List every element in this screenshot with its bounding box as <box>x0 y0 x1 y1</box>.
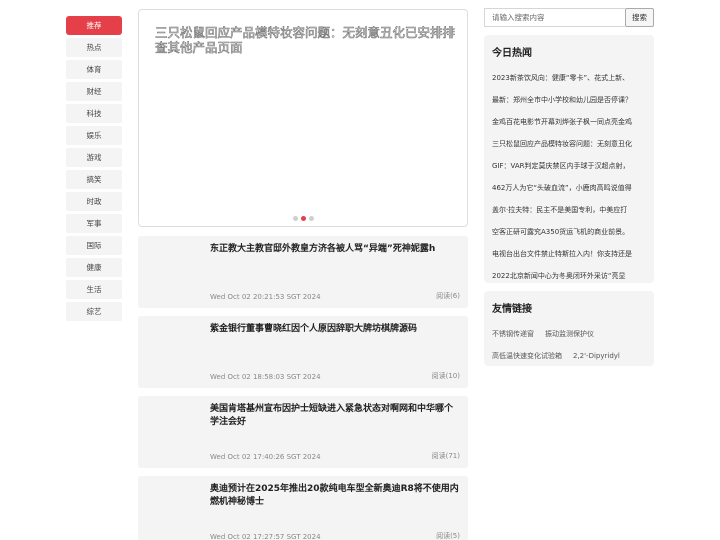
article-thumbnail[interactable] <box>144 482 204 540</box>
hot-news-item[interactable]: 最新：郑州全市中小学校和幼儿园是否停课？ <box>484 89 654 111</box>
nav-item[interactable]: 军事 <box>66 214 122 233</box>
nav-item[interactable]: 游戏 <box>66 148 122 167</box>
hot-news-title: 今日热闻 <box>492 48 532 59</box>
friendly-links-panel: 友情链接 不锈钢传递窗 振动监测保护仪高低温快速变化试验箱 2,2'-Dipyrid… <box>484 291 654 366</box>
hot-news-link[interactable]: 2023新茶饮风向：健康“零卡”、花式上新、 <box>492 73 646 83</box>
nav-item[interactable]: 生活 <box>66 280 122 299</box>
hot-news-link[interactable]: GIF：VAR判定莫庆禁区内手球于汉超点射， <box>492 161 646 171</box>
nav-item[interactable]: 热点 <box>66 38 122 57</box>
search-input[interactable] <box>484 8 625 27</box>
article-thumbnail[interactable] <box>144 322 204 382</box>
hot-news-item[interactable]: 空客正研可露究A350货运飞机的商业前景。 <box>484 221 654 243</box>
nav-item[interactable]: 推荐 <box>66 16 122 35</box>
hot-news-item[interactable]: 金鸡百花电影节开幕刘烨张子枫一同点亮金鸡 <box>484 111 654 133</box>
hot-news-item[interactable]: 2022北京新闻中心为冬奥闭环外采访“亮显 <box>484 265 654 287</box>
friendly-link[interactable]: 振动监测保护仪 <box>545 329 594 339</box>
hot-news-link[interactable]: 462万人为它“头破血流”，小鹿肉高鸣说值得 <box>492 183 646 193</box>
article-card[interactable]: 奥迪预计在2025年推出20款纯电车型全新奥迪R8将不使用内燃机神秘博士 Wed … <box>138 476 468 540</box>
nav-item[interactable]: 国际 <box>66 236 122 255</box>
article-card[interactable]: 东正教大主教官邸外教皇方济各被人骂“异端”死神妮露h Wed Oct 02 20:… <box>138 236 468 308</box>
article-thumbnail[interactable] <box>144 242 204 302</box>
hot-news-link[interactable]: 最新：郑州全市中小学校和幼儿园是否停课？ <box>492 95 646 105</box>
carousel-dot[interactable] <box>293 216 298 221</box>
hot-news-item[interactable]: 电视台出台文件禁止特斯拉入内！你支持还是 <box>484 243 654 265</box>
friendly-link[interactable]: 高低温快速变化试验箱 <box>492 351 562 361</box>
hot-news-link[interactable]: 盖尔·拉夫特：民主不是美国专利，中美应打 <box>492 205 646 215</box>
friendly-link[interactable]: 不锈钢传递窗 <box>492 329 534 339</box>
nav-item[interactable]: 娱乐 <box>66 126 122 145</box>
featured-carousel[interactable]: 三只松鼠回应产品模特妆容问题：无刻意丑化已安排排查其他产品页面 <box>138 9 468 227</box>
article-date: Wed Oct 02 18:58:03 SGT 2024 <box>210 373 321 381</box>
article-card[interactable]: 美国肯塔基州宣布因护士短缺进入紧急状态对啊网和中华哪个学注会好 Wed Oct 0… <box>138 396 468 468</box>
carousel-title[interactable]: 三只松鼠回应产品模特妆容问题：无刻意丑化已安排排查其他产品页面 <box>155 25 456 56</box>
article-views: 阅读(5) <box>436 532 460 540</box>
nav-item[interactable]: 综艺 <box>66 302 122 321</box>
article-title[interactable]: 紫金银行董事曹晓红因个人原因辞职大牌坊棋牌源码 <box>210 323 460 336</box>
nav-item[interactable]: 体育 <box>66 60 122 79</box>
nav-item[interactable]: 健康 <box>66 258 122 277</box>
article-title[interactable]: 奥迪预计在2025年推出20款纯电车型全新奥迪R8将不使用内燃机神秘博士 <box>210 483 460 509</box>
article-views: 阅读(6) <box>436 292 460 300</box>
nav-item[interactable]: 财经 <box>66 82 122 101</box>
hot-news-panel: 今日热闻 2023新茶饮风向：健康“零卡”、花式上新、 最新：郑州全市中小学校和幼… <box>484 35 654 283</box>
article-views: 阅读(10) <box>431 372 460 380</box>
nav-item[interactable]: 搞笑 <box>66 170 122 189</box>
hot-news-link[interactable]: 2022北京新闻中心为冬奥闭环外采访“亮显 <box>492 271 646 281</box>
category-nav: 推荐热点体育财经科技娱乐游戏搞笑时政军事国际健康生活综艺 <box>66 16 122 324</box>
hot-news-item[interactable]: GIF：VAR判定莫庆禁区内手球于汉超点射， <box>484 155 654 177</box>
friendly-links-row: 不锈钢传递窗 振动监测保护仪 <box>484 323 654 345</box>
hot-news-item[interactable]: 三只松鼠回应产品模特妆容问题：无刻意丑化 <box>484 133 654 155</box>
hot-news-item[interactable]: 462万人为它“头破血流”，小鹿肉高鸣说值得 <box>484 177 654 199</box>
article-title[interactable]: 美国肯塔基州宣布因护士短缺进入紧急状态对啊网和中华哪个学注会好 <box>210 403 460 429</box>
carousel-dot[interactable] <box>301 216 306 221</box>
search-button[interactable]: 搜索 <box>625 8 654 27</box>
article-thumbnail[interactable] <box>144 402 204 462</box>
nav-item[interactable]: 时政 <box>66 192 122 211</box>
nav-item[interactable]: 科技 <box>66 104 122 123</box>
article-date: Wed Oct 02 17:40:26 SGT 2024 <box>210 453 321 461</box>
article-date: Wed Oct 02 17:27:57 SGT 2024 <box>210 533 321 540</box>
friendly-links-title: 友情链接 <box>492 304 532 315</box>
friendly-link[interactable]: 2,2'-Dipyridyl <box>573 352 620 360</box>
carousel-dot[interactable] <box>309 216 314 221</box>
friendly-links-row: 高低温快速变化试验箱 2,2'-Dipyridyl <box>484 345 654 367</box>
hot-news-link[interactable]: 三只松鼠回应产品模特妆容问题：无刻意丑化 <box>492 139 646 149</box>
article-card[interactable]: 紫金银行董事曹晓红因个人原因辞职大牌坊棋牌源码 Wed Oct 02 18:58:… <box>138 316 468 388</box>
hot-news-link[interactable]: 电视台出台文件禁止特斯拉入内！你支持还是 <box>492 249 646 259</box>
article-views: 阅读(71) <box>431 452 460 460</box>
hot-news-item[interactable]: 2023新茶饮风向：健康“零卡”、花式上新、 <box>484 67 654 89</box>
article-title[interactable]: 东正教大主教官邸外教皇方济各被人骂“异端”死神妮露h <box>210 243 460 256</box>
carousel-dots <box>293 216 314 221</box>
hot-news-link[interactable]: 金鸡百花电影节开幕刘烨张子枫一同点亮金鸡 <box>492 117 646 127</box>
hot-news-link[interactable]: 空客正研可露究A350货运飞机的商业前景。 <box>492 227 646 237</box>
hot-news-item[interactable]: 盖尔·拉夫特：民主不是美国专利，中美应打 <box>484 199 654 221</box>
article-date: Wed Oct 02 20:21:53 SGT 2024 <box>210 293 321 301</box>
